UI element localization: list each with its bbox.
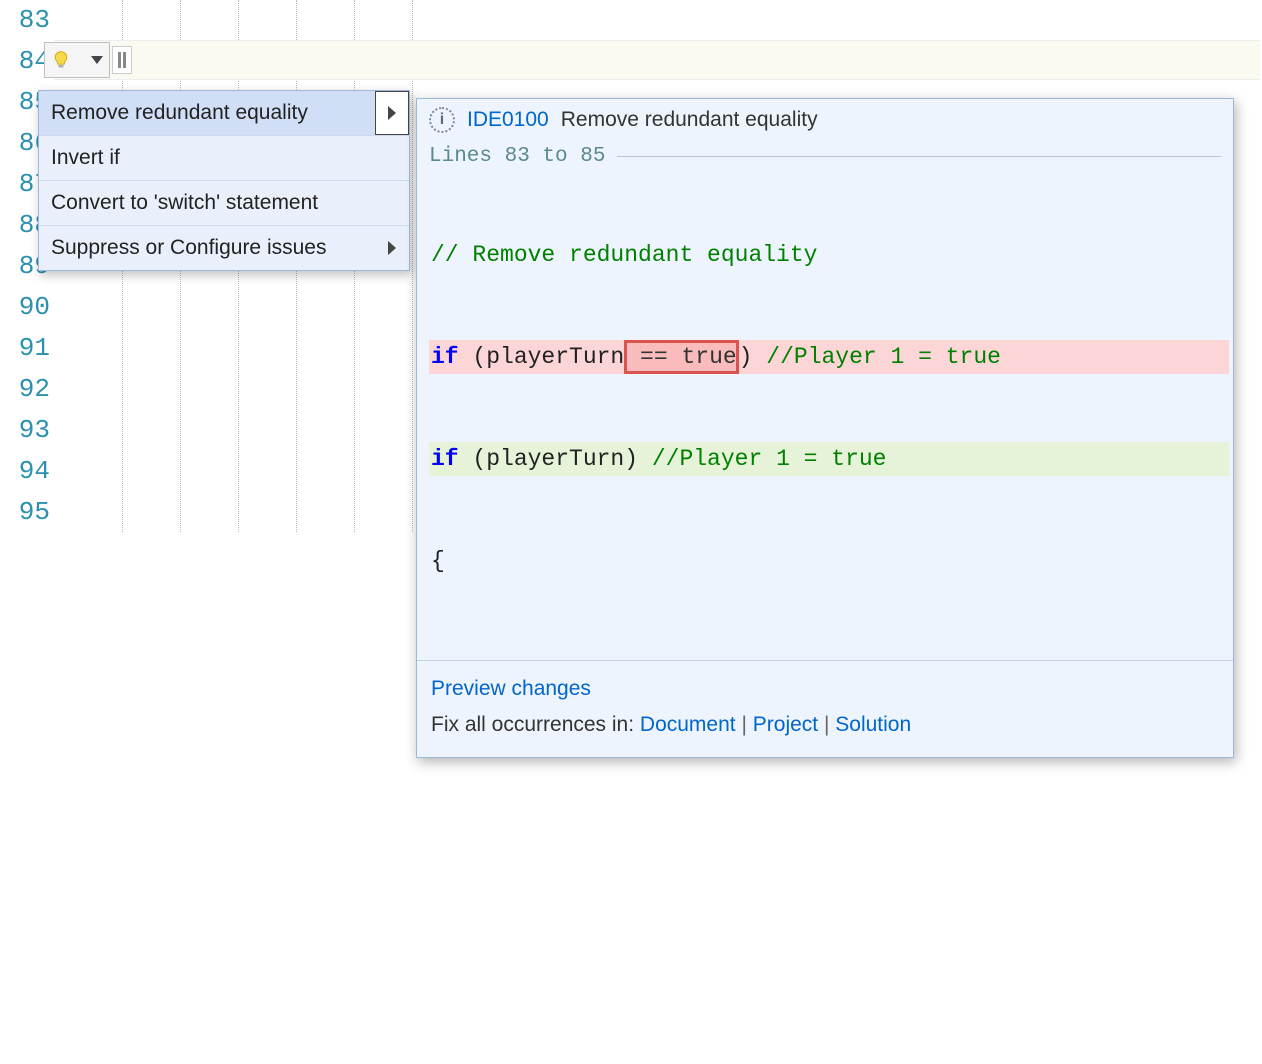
- line-number: 91: [0, 328, 50, 369]
- menu-item-invert-if[interactable]: Invert if: [39, 136, 409, 181]
- fix-scope-project[interactable]: Project: [753, 713, 818, 736]
- submenu-indicator: [375, 91, 409, 135]
- chevron-right-icon: [388, 241, 396, 255]
- info-icon: i: [429, 107, 455, 133]
- line-number: 83: [0, 0, 50, 41]
- menu-item-convert-switch[interactable]: Convert to 'switch' statement: [39, 181, 409, 226]
- menu-item-label: Suppress or Configure issues: [51, 236, 326, 259]
- menu-item-label: Invert if: [51, 146, 120, 169]
- rule-id-link[interactable]: IDE0100: [467, 108, 549, 132]
- line-number: 90: [0, 287, 50, 328]
- diff-context-line: {: [429, 544, 1229, 578]
- diff-deleted-line: if (playerTurn == true) //Player 1 = tru…: [429, 340, 1229, 374]
- chevron-down-icon: [91, 56, 103, 64]
- menu-item-remove-redundant-equality[interactable]: Remove redundant equality: [39, 91, 409, 136]
- collapse-glyph[interactable]: [112, 46, 132, 74]
- line-number: 93: [0, 410, 50, 451]
- submenu-indicator: [375, 226, 409, 270]
- quick-actions-lightbulb[interactable]: [44, 42, 110, 78]
- diff-added-line: if (playerTurn) //Player 1 = true: [429, 442, 1229, 476]
- fix-scope-solution[interactable]: Solution: [835, 713, 911, 736]
- quick-actions-menu: Remove redundant equality Invert if Conv…: [38, 90, 410, 271]
- line-number: 92: [0, 369, 50, 410]
- menu-item-label: Remove redundant equality: [51, 101, 308, 124]
- preview-header: i IDE0100 Remove redundant equality: [417, 99, 1233, 141]
- diff-preview: // Remove redundant equality if (playerT…: [417, 170, 1233, 654]
- fix-all-prefix: Fix all occurrences in:: [431, 713, 640, 736]
- rule-title: Remove redundant equality: [561, 108, 818, 132]
- code-fix-preview-panel: i IDE0100 Remove redundant equality Line…: [416, 98, 1234, 758]
- menu-item-suppress-configure[interactable]: Suppress or Configure issues: [39, 226, 409, 270]
- range-label: Lines 83 to 85: [429, 145, 605, 168]
- lightbulb-icon: [51, 48, 71, 72]
- diff-context-line: // Remove redundant equality: [429, 238, 1229, 272]
- diff-removed-token: == true: [624, 340, 738, 374]
- preview-line-range: Lines 83 to 85: [417, 141, 1233, 170]
- line-number: 84: [0, 41, 50, 82]
- line-number: 94: [0, 451, 50, 492]
- chevron-right-icon: [388, 106, 396, 120]
- menu-item-label: Convert to 'switch' statement: [51, 191, 318, 214]
- preview-footer: Preview changes Fix all occurrences in: …: [417, 661, 1233, 757]
- fix-scope-document[interactable]: Document: [640, 713, 736, 736]
- line-number: 95: [0, 492, 50, 533]
- preview-changes-link[interactable]: Preview changes: [431, 677, 591, 700]
